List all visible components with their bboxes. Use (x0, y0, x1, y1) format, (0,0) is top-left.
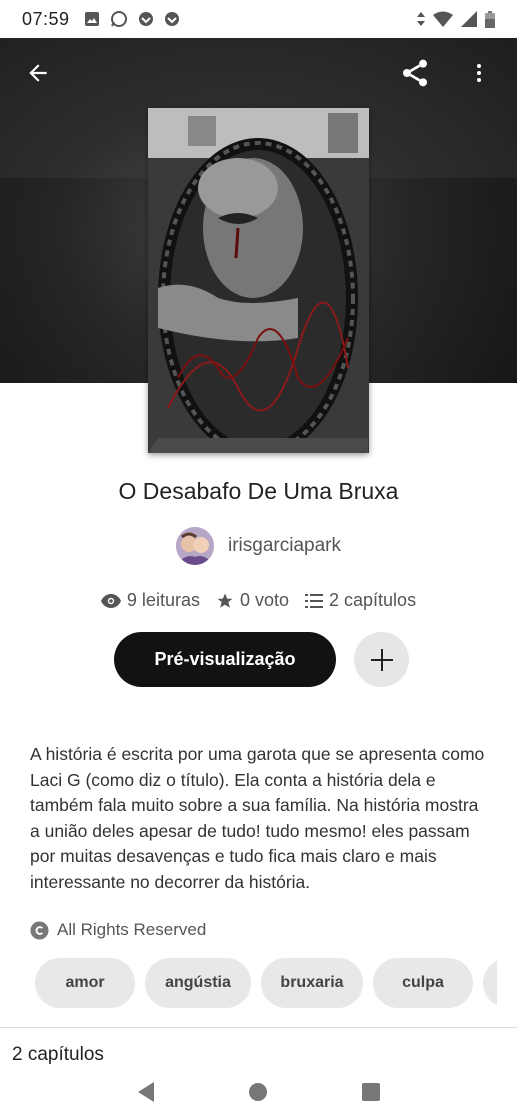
avatar-image (176, 527, 214, 565)
tag-chip-partial[interactable] (483, 958, 497, 1008)
copyright-notice: All Rights Reserved (30, 920, 206, 940)
system-icons (417, 10, 495, 28)
reads-count: 9 leituras (126, 590, 200, 610)
plus-icon (370, 648, 393, 671)
nav-home-button[interactable] (238, 1072, 278, 1112)
chapters-count: 2 capítulos (329, 590, 417, 610)
arrow-left-icon (29, 64, 47, 82)
share-button[interactable] (397, 55, 433, 91)
square-recents-icon (361, 1083, 380, 1101)
reads-stat: 9 leituras (100, 590, 200, 611)
book-title: O Desabafo De Uma Bruxa (118, 478, 399, 504)
divider (0, 1027, 517, 1028)
wifi-icon (433, 11, 453, 27)
app-bar (0, 38, 517, 108)
cover-art-image (148, 108, 369, 453)
rights-label: All Rights Reserved (57, 920, 207, 939)
tag-chip[interactable]: bruxaria (261, 958, 363, 1008)
avatar[interactable] (176, 527, 214, 565)
whatsapp-icon (110, 11, 127, 27)
status-bar: 07:59 (0, 0, 517, 38)
list-icon (305, 593, 324, 608)
share-icon (403, 59, 427, 87)
book-cover[interactable] (148, 108, 369, 453)
votes-count: 0 voto (239, 590, 290, 610)
tag-chip[interactable]: angústia (145, 958, 251, 1008)
circle-home-icon (249, 1083, 268, 1101)
story-description: A história é escrita por uma garota que … (30, 744, 485, 892)
tag-chip[interactable]: culpa (373, 958, 473, 1008)
triangle-back-icon (138, 1082, 155, 1102)
preview-button[interactable]: Pré-visualização (114, 632, 336, 687)
add-to-library-button[interactable] (354, 632, 409, 687)
system-nav-bar (0, 1064, 517, 1120)
notification-icons (84, 10, 180, 28)
author-row[interactable]: irisgarciapark (0, 527, 517, 565)
app-notification-icon (138, 12, 153, 26)
signal-icon (461, 11, 477, 27)
action-buttons: Pré-visualização (114, 632, 409, 687)
tag-chip[interactable]: amor (35, 958, 135, 1008)
chapters-stat: 2 capítulos (305, 590, 416, 611)
copyright-icon (30, 920, 49, 940)
back-button[interactable] (20, 55, 56, 91)
app-notification-icon-2 (164, 12, 179, 26)
votes-stat: 0 voto (216, 590, 289, 611)
story-stats: 9 leituras 0 voto 2 capítulos (0, 590, 517, 611)
status-time: 07:59 (22, 8, 70, 29)
eye-icon (100, 593, 121, 608)
nav-back-button[interactable] (126, 1072, 166, 1112)
more-options-button[interactable] (461, 55, 497, 91)
gallery-icon (84, 12, 99, 26)
data-arrows-icon (417, 12, 425, 26)
battery-icon (485, 10, 495, 28)
author-name[interactable]: irisgarciapark (228, 535, 341, 557)
tags-list: amor angústia bruxaria culpa (35, 958, 497, 1010)
chapters-heading: 2 capítulos (12, 1044, 104, 1064)
star-icon (217, 593, 233, 608)
nav-recents-button[interactable] (351, 1072, 391, 1112)
more-vert-icon (477, 64, 481, 82)
